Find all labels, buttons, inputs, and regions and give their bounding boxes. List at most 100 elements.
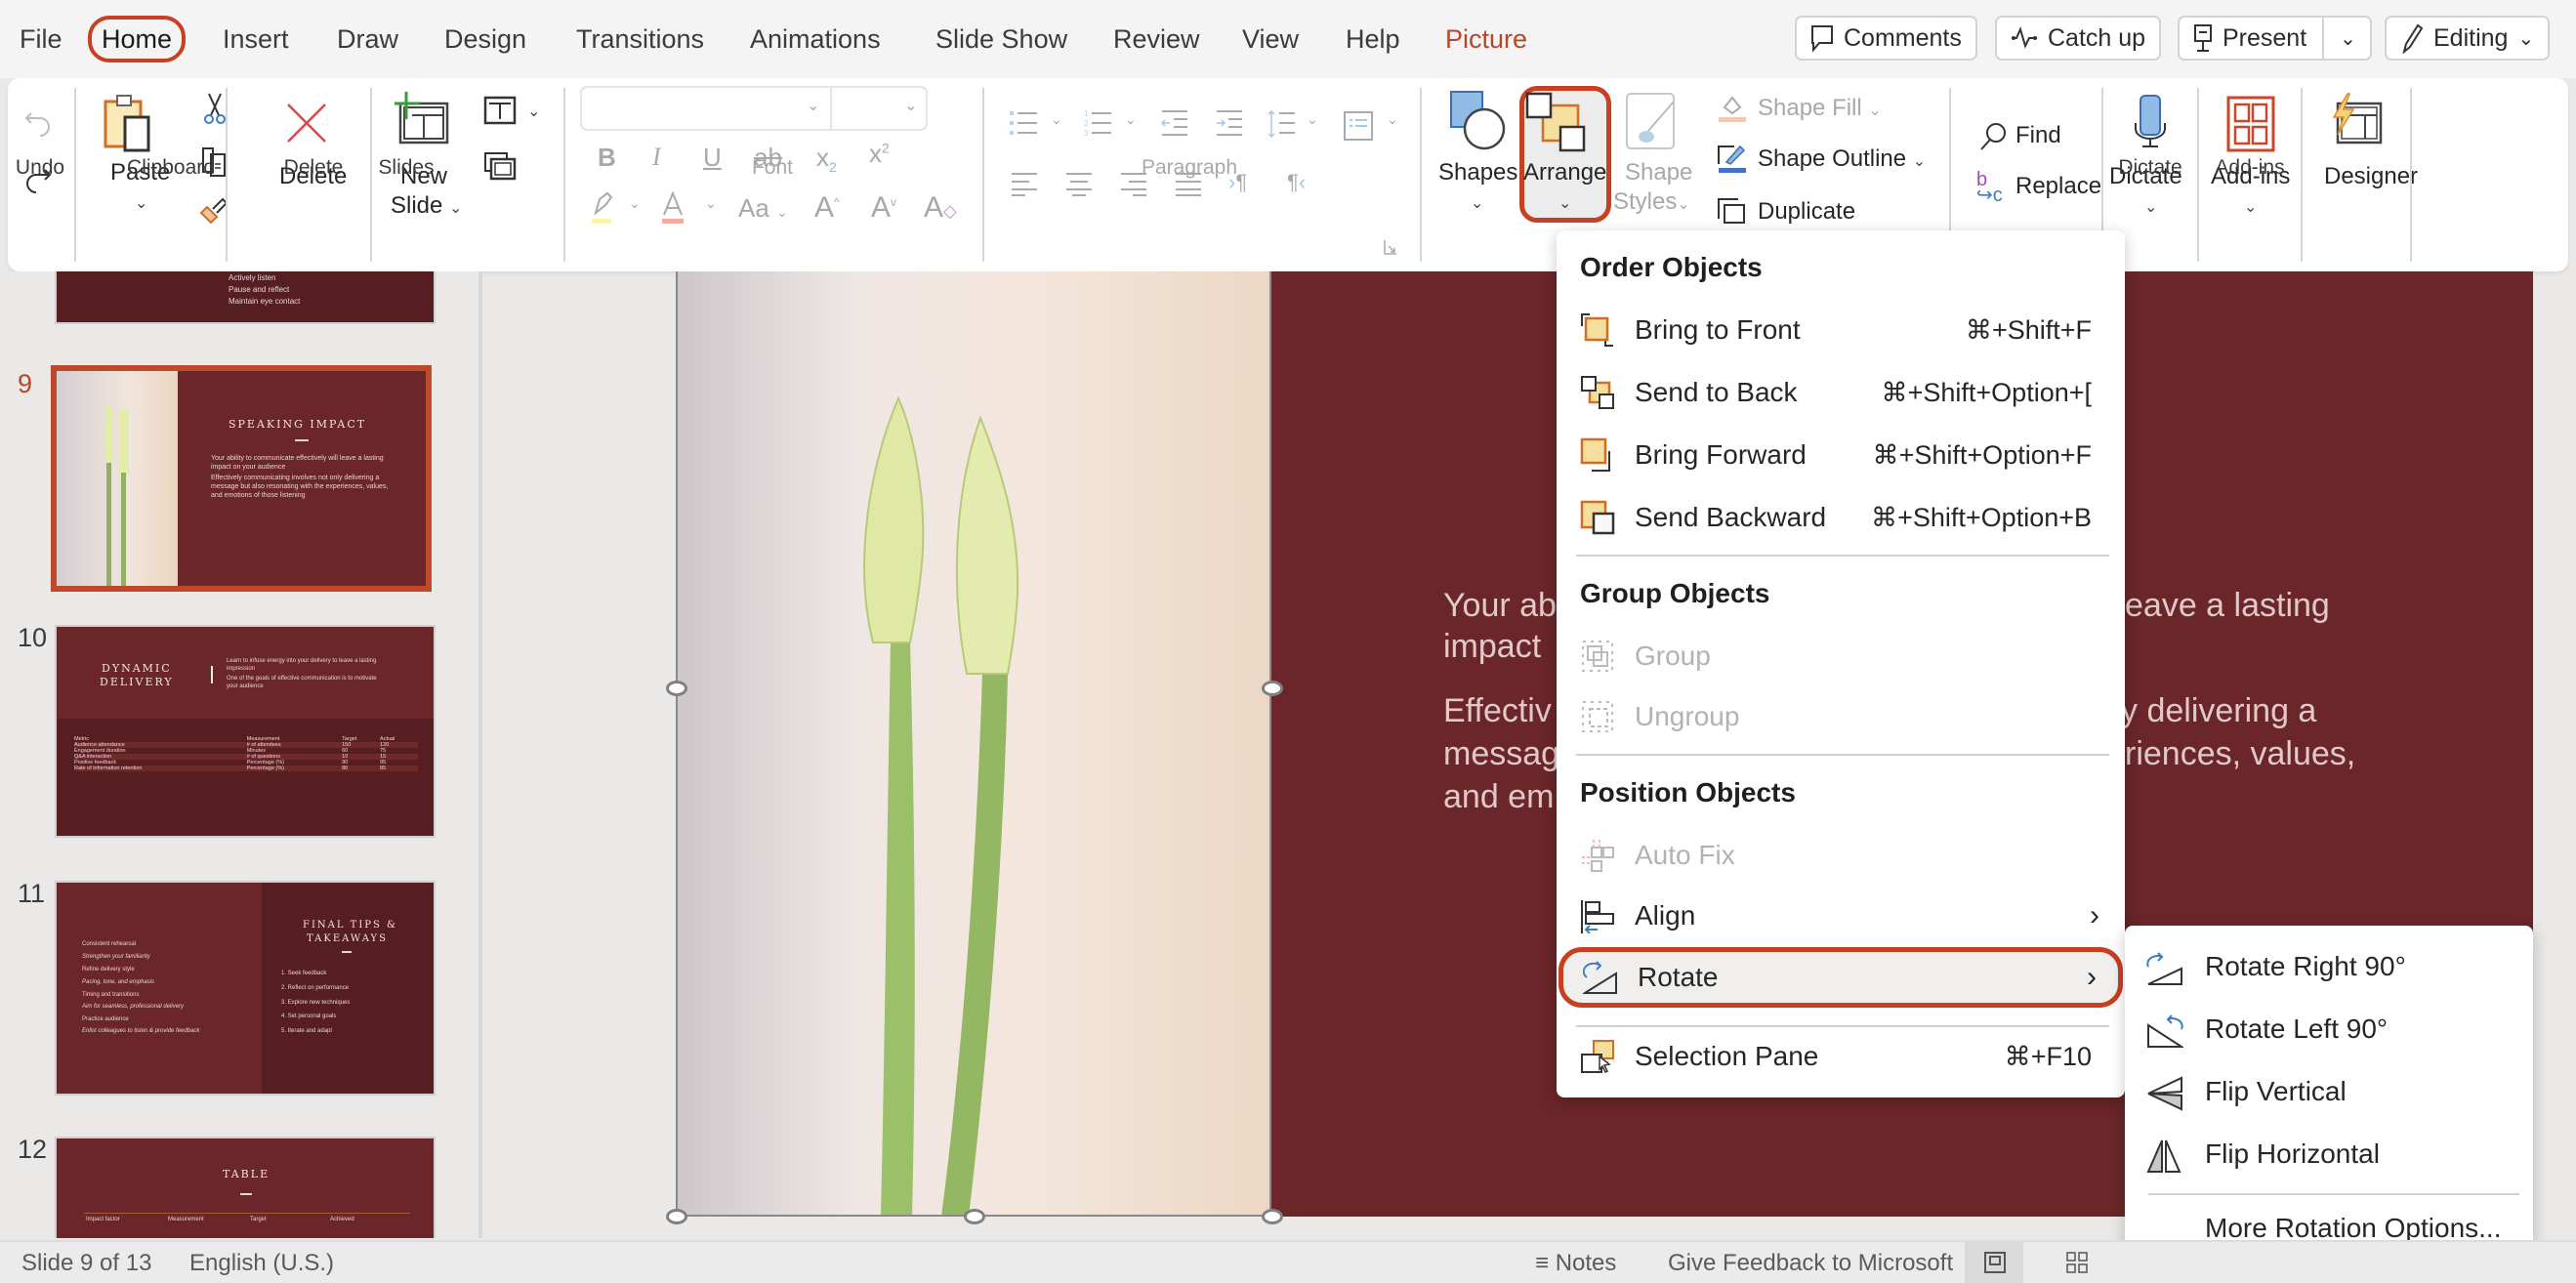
superscript-button[interactable]: x2 bbox=[869, 139, 890, 169]
line-spacing-chevron-icon[interactable]: ⌄ bbox=[1307, 111, 1318, 128]
shape-fill-icon[interactable] bbox=[1717, 94, 1748, 123]
menu-item-selection-pane[interactable]: Selection Pane ⌘+F10 bbox=[1560, 1029, 2121, 1084]
tab-help[interactable]: Help bbox=[1346, 20, 1400, 59]
font-color-chevron-icon[interactable]: ⌄ bbox=[705, 195, 717, 212]
shapes-chevron-icon[interactable]: ⌄ bbox=[1471, 193, 1483, 213]
slide-thumbnail-10[interactable]: DYNAMIC DELIVERY Learn to infuse energy … bbox=[55, 625, 436, 838]
paste-dropdown-chevron-icon[interactable]: ⌄ bbox=[135, 193, 147, 213]
resize-handle-right[interactable] bbox=[1262, 681, 1283, 696]
present-dropdown-chevron-icon[interactable]: ⌄ bbox=[2340, 26, 2356, 51]
designer-icon[interactable] bbox=[2330, 92, 2383, 146]
reuse-slides-icon[interactable] bbox=[483, 151, 517, 181]
tab-picture[interactable]: Picture bbox=[1445, 20, 1527, 59]
tab-slide-show[interactable]: Slide Show bbox=[935, 20, 1067, 59]
slide-thumbnail-12[interactable]: TABLE Impact factor Measurement Target A… bbox=[55, 1137, 436, 1238]
menu-item-send-to-back[interactable]: Send to Back ⌘+Shift+Option+[ bbox=[1560, 365, 2121, 420]
tab-review[interactable]: Review bbox=[1113, 20, 1200, 59]
slide-sorter-icon[interactable] bbox=[2066, 1252, 2088, 1273]
bold-button[interactable]: B bbox=[598, 143, 616, 173]
designer-button[interactable]: Designer bbox=[2324, 162, 2418, 191]
resize-handle-bottom-right[interactable] bbox=[1262, 1209, 1283, 1224]
cut-icon[interactable] bbox=[201, 92, 229, 125]
slide-thumbnail-panel[interactable]: Actively listen Pause and reflect Mainta… bbox=[0, 271, 480, 1238]
find-icon[interactable] bbox=[1978, 121, 2008, 152]
numbering-chevron-icon[interactable]: ⌄ bbox=[1125, 111, 1137, 128]
shape-styles-label-line1[interactable]: Shape bbox=[1625, 158, 1692, 187]
delete-icon[interactable] bbox=[285, 102, 328, 145]
align-left-icon[interactable] bbox=[1010, 172, 1039, 197]
menu-item-send-backward[interactable]: Send Backward ⌘+Shift+Option+B bbox=[1560, 490, 2121, 545]
font-color-icon[interactable] bbox=[660, 191, 686, 225]
font-name-chevron-icon[interactable]: ⌄ bbox=[807, 96, 819, 115]
rtl-icon[interactable]: ¶‹ bbox=[1287, 170, 1306, 195]
shape-fill-button[interactable]: Shape Fill ⌄ bbox=[1758, 94, 1882, 126]
catch-up-button[interactable]: Catch up bbox=[1995, 16, 2162, 61]
format-painter-icon[interactable] bbox=[199, 195, 229, 227]
slide-body-line[interactable]: Your ab bbox=[1443, 584, 1557, 627]
normal-view-button[interactable] bbox=[1965, 1242, 2023, 1283]
underline-button[interactable]: U bbox=[703, 143, 722, 173]
columns-chevron-icon[interactable]: ⌄ bbox=[1387, 111, 1398, 128]
tab-transitions[interactable]: Transitions bbox=[576, 20, 704, 59]
font-size-chevron-icon[interactable]: ⌄ bbox=[904, 96, 917, 115]
slide-thumbnail-8[interactable]: Actively listen Pause and reflect Mainta… bbox=[55, 271, 436, 324]
slide-body-line[interactable]: riences, values, bbox=[2125, 732, 2355, 775]
increase-indent-icon[interactable] bbox=[1215, 109, 1244, 137]
menu-item-flip-vertical[interactable]: Flip Vertical bbox=[2125, 1066, 2533, 1121]
bullets-icon[interactable] bbox=[1010, 109, 1039, 137]
slide-body-line[interactable]: impact bbox=[1443, 625, 1541, 668]
paste-icon[interactable] bbox=[102, 92, 152, 154]
shapes-label[interactable]: Shapes bbox=[1438, 158, 1517, 187]
slide-thumbnail-11[interactable]: FINAL TIPS & TAKEAWAYS Consistent rehear… bbox=[55, 881, 436, 1096]
replace-icon[interactable]: b ↪c bbox=[1976, 170, 2003, 205]
change-case-button[interactable]: Aa ⌄ bbox=[738, 193, 788, 224]
notes-button[interactable]: ≡ Notes bbox=[1535, 1250, 1616, 1277]
shape-styles-label-line2[interactable]: Styles⌄ bbox=[1613, 187, 1690, 220]
highlight-icon[interactable] bbox=[590, 191, 615, 225]
editing-mode-button[interactable]: Editing ⌄ bbox=[2385, 16, 2551, 61]
new-slide-icon[interactable] bbox=[393, 90, 451, 145]
layout-dropdown-chevron-icon[interactable]: ⌄ bbox=[527, 102, 540, 121]
shapes-icon[interactable] bbox=[1449, 90, 1506, 150]
tab-home[interactable]: Home bbox=[88, 16, 187, 62]
slide-body-line[interactable]: Effectiv bbox=[1443, 689, 1552, 732]
shape-outline-icon[interactable] bbox=[1717, 143, 1748, 174]
undo-icon[interactable] bbox=[23, 107, 53, 141]
duplicate-button[interactable]: Duplicate bbox=[1758, 197, 1855, 227]
menu-item-align[interactable]: Align › bbox=[1560, 889, 2121, 943]
decrease-indent-icon[interactable] bbox=[1160, 109, 1189, 137]
slide-thumbnail-9[interactable]: SPEAKING IMPACT Your ability to communic… bbox=[51, 365, 432, 592]
columns-icon[interactable] bbox=[1344, 111, 1373, 141]
dictate-chevron-icon[interactable]: ⌄ bbox=[2144, 197, 2157, 217]
menu-item-flip-horizontal[interactable]: Flip Horizontal bbox=[2125, 1129, 2533, 1183]
layout-icon[interactable] bbox=[483, 96, 517, 125]
present-button[interactable]: Present ⌄ bbox=[2178, 16, 2372, 61]
menu-item-rotate-left-90[interactable]: Rotate Left 90° bbox=[2125, 1004, 2533, 1058]
menu-item-bring-to-front[interactable]: Bring to Front ⌘+Shift+F bbox=[1560, 303, 2121, 357]
duplicate-icon[interactable] bbox=[1717, 197, 1746, 225]
bullets-chevron-icon[interactable]: ⌄ bbox=[1051, 111, 1062, 128]
tab-animations[interactable]: Animations bbox=[750, 20, 881, 59]
shape-styles-icon[interactable] bbox=[1625, 92, 1680, 154]
slide-body-line[interactable]: eave a lasting bbox=[2125, 584, 2330, 627]
resize-handle-bottom[interactable] bbox=[964, 1209, 985, 1224]
microphone-icon[interactable] bbox=[2133, 94, 2168, 150]
tab-design[interactable]: Design bbox=[444, 20, 526, 59]
menu-item-bring-forward[interactable]: Bring Forward ⌘+Shift+Option+F bbox=[1560, 428, 2121, 482]
paragraph-dialog-launcher-icon[interactable] bbox=[1383, 238, 1398, 256]
selected-picture[interactable] bbox=[676, 271, 1271, 1217]
resize-handle-left[interactable] bbox=[666, 681, 687, 696]
language-indicator[interactable]: English (U.S.) bbox=[189, 1250, 334, 1277]
shape-outline-button[interactable]: Shape Outline ⌄ bbox=[1758, 145, 1926, 177]
slide-body-line[interactable]: y delivering a bbox=[2121, 689, 2316, 732]
clear-formatting-icon[interactable]: A◇ bbox=[924, 191, 957, 225]
tab-insert[interactable]: Insert bbox=[223, 20, 289, 59]
menu-item-rotate[interactable]: Rotate › bbox=[1558, 947, 2123, 1008]
subscript-button[interactable]: x2 bbox=[816, 143, 837, 175]
add-ins-icon[interactable] bbox=[2226, 96, 2277, 152]
grow-font-icon[interactable]: A^ bbox=[814, 191, 840, 225]
resize-handle-bottom-left[interactable] bbox=[666, 1209, 687, 1224]
italic-button[interactable]: I bbox=[652, 143, 661, 172]
menu-item-rotate-right-90[interactable]: Rotate Right 90° bbox=[2125, 941, 2533, 996]
shrink-font-icon[interactable]: Av bbox=[871, 191, 896, 225]
